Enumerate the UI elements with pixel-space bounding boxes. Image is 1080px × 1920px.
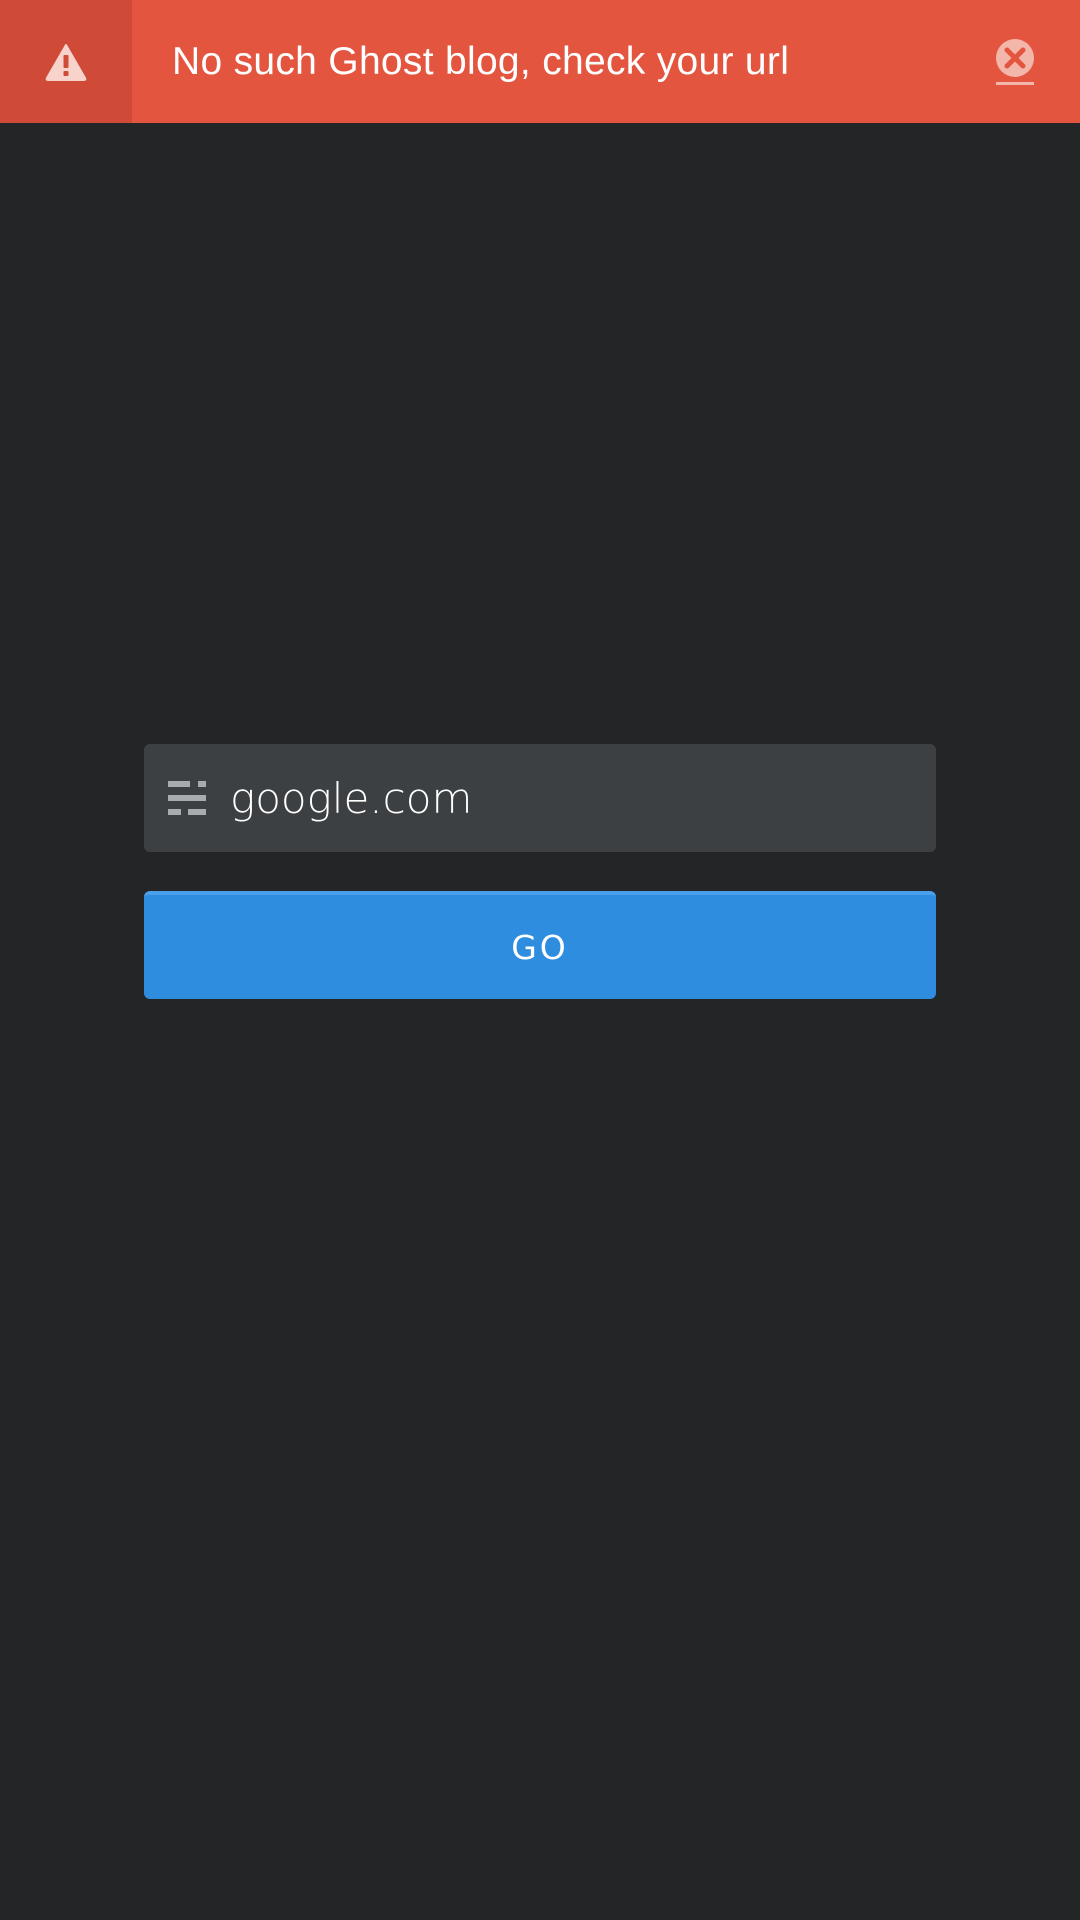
error-notification: No such Ghost blog, check your url [0, 0, 1080, 123]
close-icon [994, 38, 1036, 86]
blog-url-input[interactable] [230, 744, 936, 852]
blog-url-field[interactable] [144, 744, 936, 852]
go-button[interactable]: GO [144, 891, 936, 999]
notification-icon-box [0, 0, 132, 123]
notification-message: No such Ghost blog, check your url [172, 39, 790, 83]
url-icon [168, 779, 206, 817]
close-notification-button[interactable] [994, 38, 1036, 86]
warning-icon [45, 43, 87, 81]
